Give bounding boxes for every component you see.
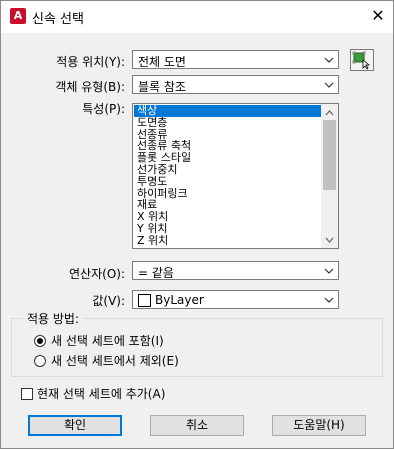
cancel-button[interactable]: 취소	[150, 415, 244, 436]
ok-button[interactable]: 확인	[28, 415, 122, 436]
property-list-item[interactable]: 색상	[134, 105, 323, 117]
apply-to-label: 적용 위치(Y):	[56, 55, 125, 69]
object-type-value: 블록 참조	[138, 80, 186, 94]
property-list-item[interactable]: 플롯 스타일	[134, 152, 323, 164]
object-type-label: 객체 유형(B):	[55, 80, 125, 94]
operator-select[interactable]: = 같음	[132, 261, 339, 280]
exclude-radio-row[interactable]: 새 선택 세트에서 제외(E)	[34, 352, 179, 369]
scroll-up-icon[interactable]	[325, 109, 334, 117]
scroll-down-icon[interactable]	[325, 236, 334, 244]
quick-select-dialog: A 신속 선택 ✕ 적용 위치(Y): 전체 도면 객체 유형(B): 블록 참…	[0, 0, 394, 449]
property-list-item[interactable]: Z 위치	[134, 235, 323, 247]
property-list-item[interactable]: X 위치	[134, 211, 323, 223]
value-select[interactable]: ByLayer	[132, 290, 339, 309]
property-list-item[interactable]: 선가중치	[134, 164, 323, 176]
autocad-app-icon: A	[10, 8, 26, 24]
title-bar: A 신속 선택 ✕	[1, 1, 393, 33]
properties-label: 특성(P):	[82, 102, 125, 116]
operator-value: = 같음	[138, 266, 174, 280]
object-type-select[interactable]: 블록 참조	[132, 75, 339, 94]
property-list-item[interactable]: 선종류 축척	[134, 140, 323, 152]
select-objects-icon	[352, 51, 371, 70]
operator-label: 연산자(O):	[69, 267, 125, 281]
window-title: 신속 선택	[32, 12, 84, 27]
chevron-down-icon	[324, 82, 334, 88]
chevron-down-icon	[324, 297, 334, 303]
properties-list-items: 색상 도면층 선종류 선종류 축척 플롯 스타일 선가중치 투명도 하이퍼링크 재료 X 위치 Y …	[134, 105, 323, 247]
append-checkbox-label: 현재 선택 세트에 추가(A)	[37, 387, 166, 401]
value-label: 값(V):	[92, 294, 125, 308]
property-list-item[interactable]: 재료	[134, 199, 323, 211]
color-swatch	[138, 294, 151, 307]
chevron-down-icon	[324, 268, 334, 274]
append-checkbox-row[interactable]: 현재 선택 세트에 추가(A)	[21, 385, 165, 402]
property-list-item[interactable]: 하이퍼링크	[134, 188, 323, 200]
property-list-item[interactable]: Y 위치	[134, 223, 323, 235]
property-list-item[interactable]: 도면층	[134, 117, 323, 129]
include-radio[interactable]	[34, 334, 46, 347]
properties-scrollbar[interactable]	[321, 104, 338, 248]
exclude-radio-label: 새 선택 세트에서 제외(E)	[51, 354, 179, 368]
how-to-apply-title: 적용 방법:	[23, 310, 84, 327]
apply-to-select[interactable]: 전체 도면	[132, 50, 339, 69]
property-list-item[interactable]: 투명도	[134, 176, 323, 188]
exclude-radio[interactable]	[34, 354, 46, 367]
properties-list[interactable]: 색상 도면층 선종류 선종류 축척 플롯 스타일 선가중치 투명도 하이퍼링크 재료 X 위치 Y …	[132, 103, 339, 249]
chevron-down-icon	[324, 57, 334, 63]
scrollbar-thumb[interactable]	[323, 120, 336, 190]
property-list-item[interactable]: 선종류	[134, 129, 323, 141]
value-value: ByLayer	[155, 293, 204, 307]
apply-to-value: 전체 도면	[138, 55, 186, 69]
include-radio-label: 새 선택 세트에 포함(I)	[51, 334, 164, 348]
select-objects-button[interactable]	[350, 49, 374, 71]
include-radio-row[interactable]: 새 선택 세트에 포함(I)	[34, 332, 164, 349]
close-icon[interactable]: ✕	[367, 5, 389, 27]
append-checkbox[interactable]	[21, 387, 33, 400]
help-button[interactable]: 도움말(H)	[272, 415, 366, 436]
